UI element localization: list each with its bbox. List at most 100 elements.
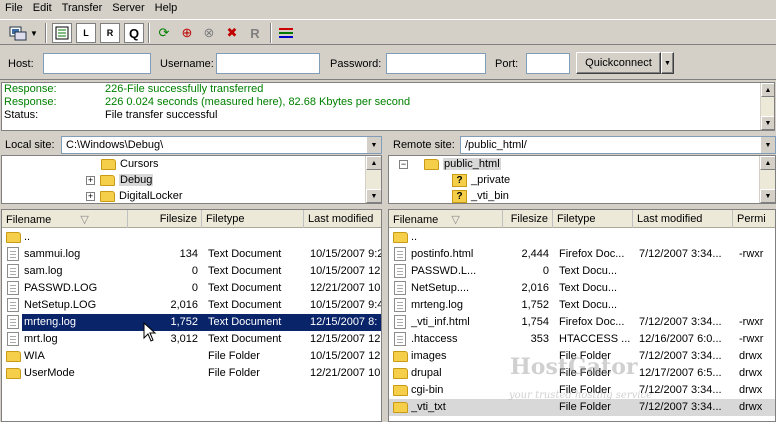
cell-name: PASSWD.L... xyxy=(411,265,477,277)
file-icon xyxy=(7,247,19,261)
local-list-header: Filename ▽ Filesize Filetype Last modifi… xyxy=(2,210,381,228)
column-header-filetype[interactable]: Filetype xyxy=(202,210,304,228)
log-key: Response: xyxy=(4,83,57,95)
cell-modified: 10/15/2007 9:4 xyxy=(310,299,382,311)
quickconnect-dropdown-icon[interactable]: ▼ xyxy=(661,52,674,74)
host-label: Host: xyxy=(8,58,34,70)
menu-edit[interactable]: Edit xyxy=(28,0,57,14)
refresh-icon[interactable]: ⟳ xyxy=(154,23,174,43)
tree-item-label: public_html xyxy=(443,158,501,170)
column-header-filetype[interactable]: Filetype xyxy=(553,210,633,228)
chevron-down-icon[interactable]: ▼ xyxy=(761,137,775,153)
tree-item[interactable]: ? _private xyxy=(452,172,510,188)
menu-help[interactable]: Help xyxy=(150,0,183,14)
process-queue-icon[interactable]: ⊕ xyxy=(177,23,197,43)
local-tree-scrollbar[interactable]: ▲ ▼ xyxy=(365,156,381,203)
menu-file[interactable]: File xyxy=(0,0,28,14)
cell-type: Firefox Doc... xyxy=(559,316,625,328)
reconnect-icon[interactable]: R xyxy=(245,23,265,43)
dropdown-arrow-icon[interactable]: ▼ xyxy=(28,23,40,43)
username-input[interactable] xyxy=(216,53,320,74)
column-header-filename[interactable]: Filename ▽ xyxy=(2,210,128,228)
tree-item[interactable]: ? _vti_bin xyxy=(452,188,509,203)
host-input[interactable] xyxy=(43,53,151,74)
log-scrollbar[interactable]: ▲ ▼ xyxy=(760,83,774,130)
folder-icon xyxy=(393,385,408,396)
quickconnect-button[interactable]: Quickconnect xyxy=(576,52,661,74)
table-row[interactable]: _vti_inf.html 1,754 Firefox Doc... 7/12/200… xyxy=(389,314,775,331)
compare-icon[interactable] xyxy=(276,23,296,43)
table-row[interactable]: sam.log 0 Text Document 10/15/2007 12: xyxy=(2,263,381,280)
column-header-last-modified[interactable]: Last modified xyxy=(633,210,733,228)
column-header-last-modified[interactable]: Last modified xyxy=(304,210,381,228)
local-tree: Cursors + Debug + DigitalLocker ▲ ▼ xyxy=(1,155,382,204)
table-row[interactable]: postinfo.html 2,444 Firefox Doc... 7/12/200… xyxy=(389,246,775,263)
password-label: Password: xyxy=(330,58,382,70)
cell-size: 2,016 xyxy=(170,299,198,311)
menu-server[interactable]: Server xyxy=(107,0,149,14)
local-path-combo[interactable]: C:\Windows\Debug\ ▼ xyxy=(61,136,382,154)
tree-item-selected[interactable]: + Debug xyxy=(86,172,154,188)
port-input[interactable] xyxy=(526,53,570,74)
tree-item-label: _private xyxy=(471,174,511,186)
tree-item[interactable]: Cursors xyxy=(101,156,159,172)
column-header-filename[interactable]: Filename ▽ xyxy=(389,210,503,228)
disconnect-icon[interactable]: ✖ xyxy=(222,23,242,43)
table-row[interactable]: _vti_txt File Folder 7/12/2007 3:34... drwx xyxy=(389,399,775,416)
table-row[interactable]: PASSWD.L... 0 Text Docu... xyxy=(389,263,775,280)
cell-type: File Folder xyxy=(559,401,611,413)
table-row[interactable]: PASSWD.LOG 0 Text Document 12/21/2007 10: xyxy=(2,280,381,297)
toggle-local-tree-icon[interactable]: L xyxy=(76,23,96,43)
cancel-icon[interactable]: ⊗ xyxy=(199,23,219,43)
folder-icon xyxy=(100,190,115,202)
cell-modified: 7/12/2007 3:34... xyxy=(639,350,722,362)
collapse-icon[interactable]: − xyxy=(399,159,408,169)
folder-icon xyxy=(100,174,115,186)
table-row[interactable]: .htaccess 353 HTACCESS ... 12/16/2007 6:0..… xyxy=(389,331,775,348)
cell-size: 1,754 xyxy=(521,316,549,328)
cell-name: _vti_inf.html xyxy=(411,316,470,328)
folder-icon xyxy=(6,368,21,379)
table-row[interactable]: mrteng.log 1,752 Text Docu... xyxy=(389,297,775,314)
table-row[interactable]: .. xyxy=(389,229,775,246)
cell-perm: -rwxr xyxy=(739,333,764,345)
column-header-filesize[interactable]: Filesize xyxy=(128,210,202,228)
table-row[interactable]: WIA File Folder 10/15/2007 12: xyxy=(2,348,381,365)
tree-item-selected[interactable]: − public_html xyxy=(399,156,501,172)
column-header-permissions[interactable]: Permi xyxy=(733,210,775,228)
file-icon xyxy=(394,332,406,346)
table-row[interactable]: mrteng.log 1,752 Text Document 12/15/2007 8… xyxy=(2,314,381,331)
menu-transfer[interactable]: Transfer xyxy=(57,0,108,14)
cell-modified: 7/12/2007 3:34... xyxy=(639,401,722,413)
tree-item-label: Cursors xyxy=(120,158,159,170)
toggle-remote-tree-icon[interactable]: R xyxy=(100,23,120,43)
cell-type: HTACCESS ... xyxy=(559,333,631,345)
cell-size: 0 xyxy=(191,265,198,277)
cell-perm: drwx xyxy=(739,350,763,362)
password-input[interactable] xyxy=(386,53,486,74)
expand-icon[interactable]: + xyxy=(86,191,95,201)
remote-path-combo[interactable]: /public_html/ ▼ xyxy=(460,136,776,154)
toggle-queue-icon[interactable]: Q xyxy=(124,23,144,43)
tree-item-label: Debug xyxy=(119,174,154,186)
cell-perm: -rwxr xyxy=(739,316,764,328)
table-row[interactable]: .. xyxy=(2,229,381,246)
table-row[interactable]: NetSetup.LOG 2,016 Text Document 10/15/2007… xyxy=(2,297,381,314)
cell-type: Text Document xyxy=(208,299,282,311)
table-row[interactable]: UserMode File Folder 12/21/2007 10: xyxy=(2,365,381,382)
table-row[interactable]: NetSetup.... 2,016 Text Docu... xyxy=(389,280,775,297)
local-path-value: C:\Windows\Debug\ xyxy=(66,139,164,151)
expand-icon[interactable]: + xyxy=(86,175,95,185)
remote-tree-scrollbar[interactable]: ▲ ▼ xyxy=(759,156,775,203)
tree-item[interactable]: + DigitalLocker xyxy=(86,188,183,203)
log-value: File transfer successful xyxy=(105,109,218,121)
folder-icon xyxy=(6,232,21,243)
column-header-filesize[interactable]: Filesize xyxy=(503,210,553,228)
table-row[interactable]: mrt.log 3,012 Text Document 12/15/2007 12: xyxy=(2,331,381,348)
toggle-log-icon[interactable] xyxy=(52,23,72,43)
table-row[interactable]: sammui.log 134 Text Document 10/15/2007 9:2 xyxy=(2,246,381,263)
chevron-down-icon[interactable]: ▼ xyxy=(367,137,381,153)
site-manager-icon[interactable] xyxy=(8,23,28,43)
cell-name: drupal xyxy=(411,367,442,379)
cell-type: Text Document xyxy=(208,282,282,294)
